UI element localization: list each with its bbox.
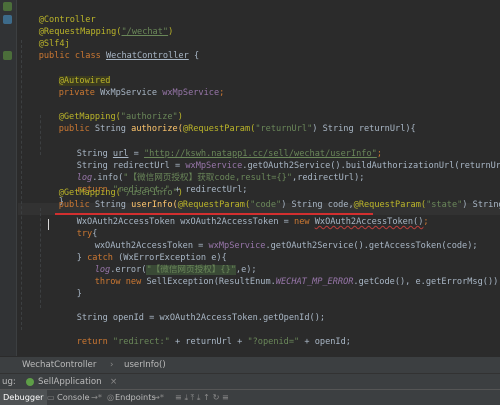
breadcrumb-class[interactable]: WechatController — [22, 357, 96, 374]
method-name: authorize( — [131, 124, 183, 134]
code-text: { — [188, 51, 200, 61]
code-line: public String authorize(@RequestParam("r… — [38, 111, 416, 134]
endpoints-pin-icon[interactable]: →* — [150, 390, 167, 405]
debug-step-toolbar-icons[interactable]: ≡ ⤓ ⤒ ⤓ ↑ ↻ ≡ — [172, 390, 232, 405]
tab-console[interactable]: Console — [54, 390, 93, 405]
code-line: String redirectUrl = wxMpService.getOAut… — [56, 148, 500, 171]
keyword: private — [58, 88, 101, 98]
code-text: + redirectUrl; — [169, 185, 248, 195]
code-line: public class WechatController { — [18, 38, 199, 61]
breadcrumb-method[interactable]: userInfo() — [124, 357, 166, 374]
code-line: return "redirect:" + redirectUrl; — [56, 172, 248, 195]
red-underline-annotation — [55, 213, 373, 215]
code-text: ) String returnUrl){ — [312, 124, 416, 134]
request-mapping-icon[interactable] — [3, 15, 12, 24]
debug-tool-label: ug: — [2, 377, 16, 387]
keyword: public — [58, 124, 95, 134]
code-text: ; — [219, 88, 225, 98]
type-name: String — [94, 124, 132, 134]
indent-guide — [40, 208, 42, 308]
keyword: return — [76, 185, 113, 195]
console-pin-icon[interactable]: →* — [88, 390, 105, 405]
annotation-text: @RequestParam( — [182, 124, 256, 134]
code-line: log.info("【微信网页授权】获取code,result={}",redi… — [56, 160, 365, 183]
close-icon[interactable]: × — [110, 374, 117, 390]
keyword: public class — [38, 51, 106, 61]
code-line: @GetMapping("authorize") — [38, 99, 183, 122]
code-line: @Slf4j — [18, 26, 70, 49]
code-line: String url = "http://kswh.natapp1.cc/sel… — [56, 136, 382, 159]
code-line: @Controller — [18, 2, 96, 25]
code-editor[interactable]: @Controller @RequestMapping("/wechat") @… — [18, 0, 500, 356]
code-line: } — [38, 184, 64, 207]
breadcrumb-separator: › — [110, 360, 114, 370]
spring-boot-icon — [26, 378, 34, 386]
string-literal: "redirect:" — [112, 185, 170, 195]
code-text: } — [58, 197, 64, 207]
class-name: WechatController — [105, 51, 189, 61]
string-literal: "returnUrl" — [255, 124, 313, 134]
annotation-text: ) — [168, 27, 174, 37]
text-caret — [48, 219, 49, 230]
code-line: private WxMpService wxMpService; — [38, 75, 225, 98]
indent-guide — [21, 40, 23, 330]
string-literal: "/wechat" — [121, 27, 169, 37]
autowired-icon[interactable] — [3, 51, 12, 60]
debug-run-bar: ug: SellApplication × — [0, 373, 500, 390]
type-name: WxMpService — [100, 88, 163, 98]
tab-debugger[interactable]: Debugger — [0, 390, 47, 405]
run-config-name[interactable]: SellApplication — [38, 374, 102, 390]
code-line: @Autowired — [38, 63, 111, 86]
field-name: wxMpService — [162, 88, 220, 98]
spring-bean-icon[interactable] — [3, 2, 12, 11]
editor-gutter — [0, 0, 17, 356]
debug-tabs: Debugger ▭ Console →* ◎ Endpoints →* ≡ ⤓… — [0, 389, 500, 405]
code-text: ,redirectUrl); — [292, 173, 365, 183]
breadcrumb: WechatController › userInfo() — [0, 356, 500, 374]
code-line: @RequestMapping("/wechat") — [18, 14, 174, 37]
